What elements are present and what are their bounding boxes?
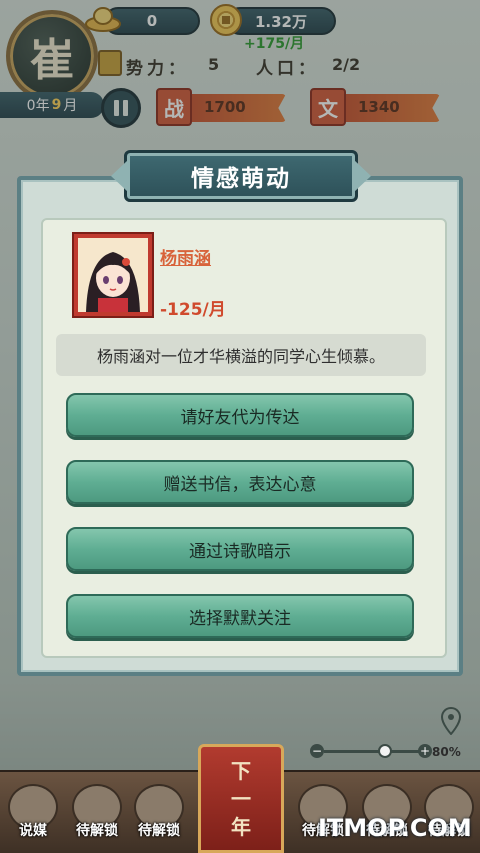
next-char-3: 年 bbox=[231, 814, 251, 839]
slot-label-2: 待解锁 bbox=[76, 823, 118, 839]
character-avatar-icon bbox=[78, 238, 148, 312]
next-char-2: 一 bbox=[231, 786, 251, 811]
zoom-out-button[interactable]: − bbox=[310, 744, 324, 758]
dialog-title: 情感萌动 bbox=[191, 166, 291, 192]
choice-button-2[interactable]: 赠送书信，表达心意 bbox=[66, 460, 414, 504]
choice-label-3: 通过诗歌暗示 bbox=[189, 541, 291, 562]
choice-label-4: 选择默默关注 bbox=[189, 608, 291, 629]
event-description: 杨雨涵对一位才华横溢的同学心生倾慕。 bbox=[56, 334, 426, 376]
zoom-slider-knob[interactable] bbox=[378, 744, 392, 758]
slot-label-1: 说媒 bbox=[19, 823, 47, 839]
character-cost: -125/月 bbox=[160, 300, 226, 320]
choice-button-1[interactable]: 请好友代为传达 bbox=[66, 393, 414, 437]
choice-button-3[interactable]: 通过诗歌暗示 bbox=[66, 527, 414, 571]
character-name-link[interactable]: 杨雨涵 bbox=[160, 244, 211, 269]
zoom-in-button[interactable]: + bbox=[418, 744, 432, 758]
next-char-1: 下 bbox=[231, 758, 251, 783]
choice-label-1: 请好友代为传达 bbox=[180, 407, 300, 428]
watermark: ITMOP.COM bbox=[318, 814, 472, 842]
choice-label-2: 赠送书信，表达心意 bbox=[163, 474, 317, 495]
dialog-title-plate: 情感萌动 bbox=[124, 150, 358, 202]
character-portrait[interactable] bbox=[74, 234, 152, 316]
location-pin-icon[interactable] bbox=[440, 707, 462, 735]
next-year-button[interactable]: 下 一 年 bbox=[198, 744, 284, 853]
zoom-level: 80% bbox=[432, 745, 461, 759]
event-description-text: 杨雨涵对一位才华横溢的同学心生倾慕。 bbox=[96, 347, 385, 366]
choice-button-4[interactable]: 选择默默关注 bbox=[66, 594, 414, 638]
slot-label-3: 待解锁 bbox=[138, 823, 180, 839]
zoom-slider-track[interactable] bbox=[324, 750, 420, 753]
